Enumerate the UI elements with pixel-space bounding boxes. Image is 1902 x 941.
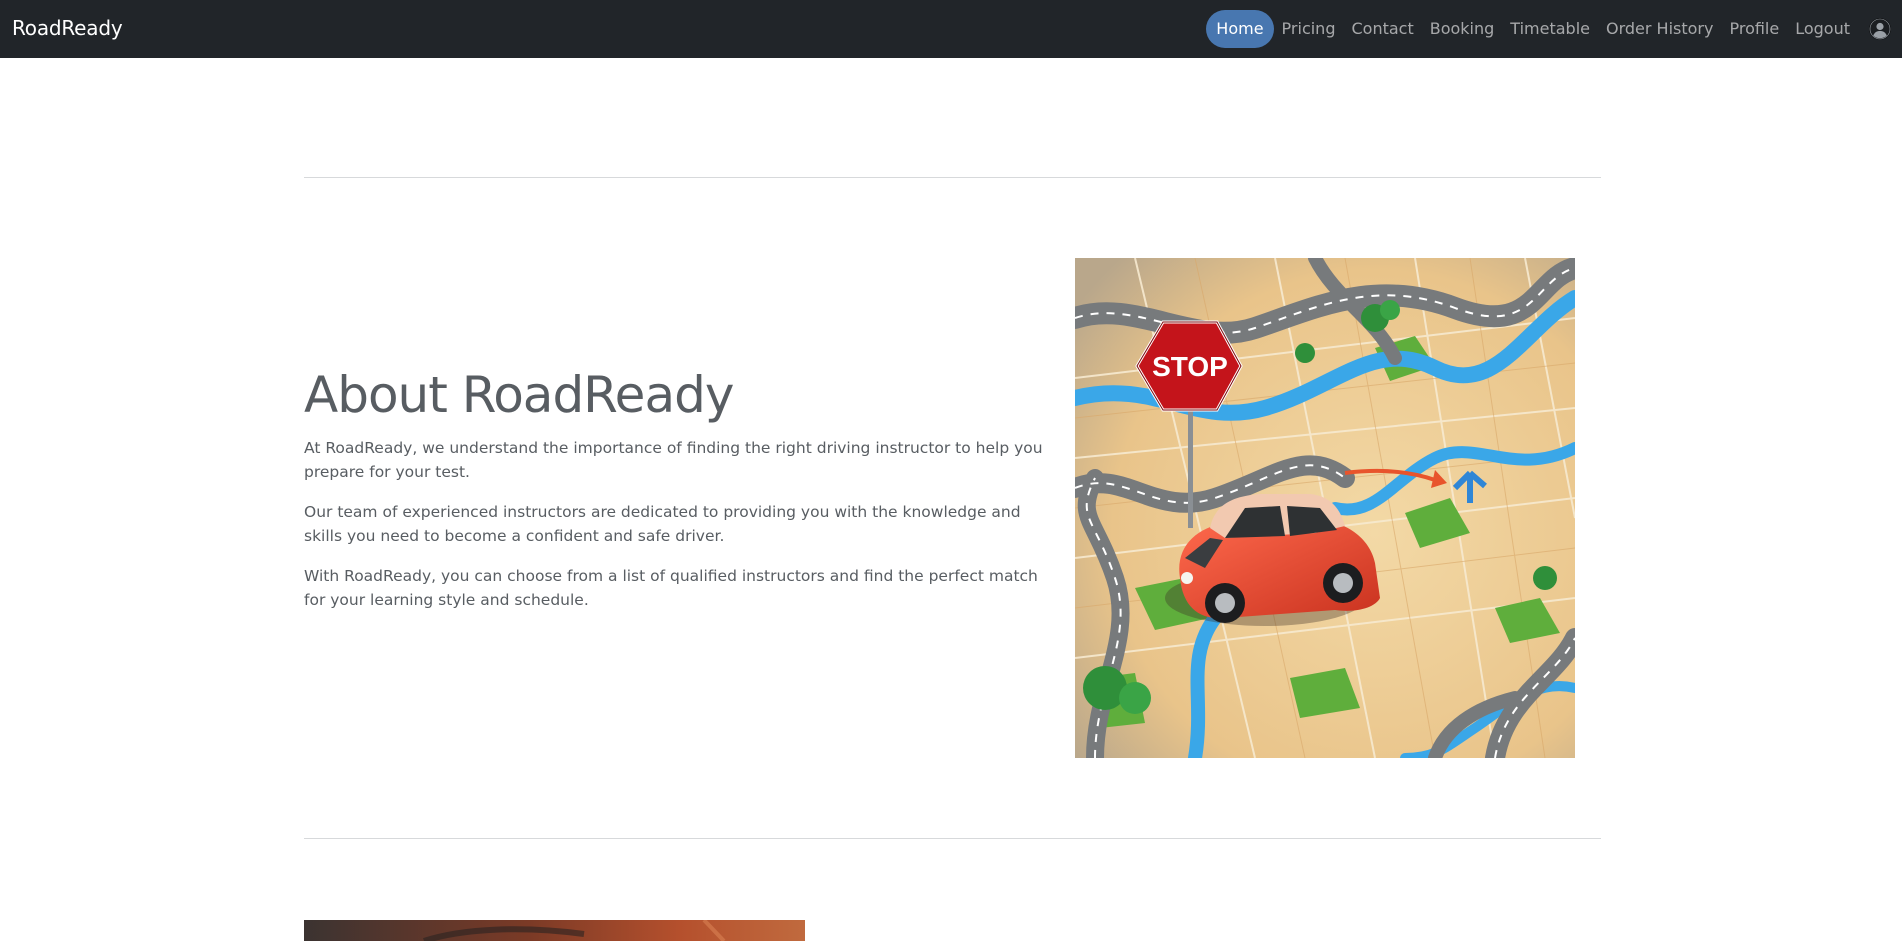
about-title: About RoadReady: [304, 366, 734, 424]
nav-home[interactable]: Home: [1206, 10, 1274, 48]
stop-sign-text: STOP: [1152, 351, 1228, 382]
nav-logout[interactable]: Logout: [1787, 10, 1858, 48]
nav-timetable[interactable]: Timetable: [1502, 10, 1598, 48]
brand-logo[interactable]: RoadReady: [12, 16, 123, 40]
section-image: [304, 920, 805, 941]
about-paragraph-2: Our team of experienced instructors are …: [304, 503, 1021, 545]
nav-contact[interactable]: Contact: [1343, 10, 1421, 48]
about-paragraph-3: With RoadReady, you can choose from a li…: [304, 567, 1038, 609]
top-navbar: RoadReady Home Pricing Contact Booking T…: [0, 0, 1902, 58]
nav-order-history[interactable]: Order History: [1598, 10, 1721, 48]
nav-pricing[interactable]: Pricing: [1274, 10, 1344, 48]
section-divider: [304, 838, 1601, 839]
user-avatar-icon[interactable]: [1868, 17, 1892, 41]
hero-car-map-image: STOP: [1075, 258, 1575, 758]
nav-booking[interactable]: Booking: [1422, 10, 1503, 48]
nav-profile[interactable]: Profile: [1721, 10, 1787, 48]
about-paragraph-1: At RoadReady, we understand the importan…: [304, 439, 1043, 481]
nav-links: Home Pricing Contact Booking Timetable O…: [1206, 0, 1902, 58]
section-divider: [304, 177, 1601, 178]
